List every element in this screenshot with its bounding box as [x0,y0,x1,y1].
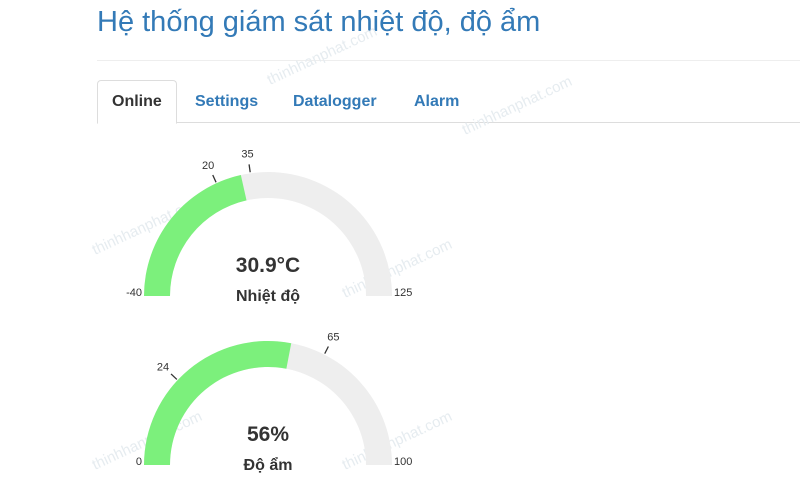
page: Hệ thống giám sát nhiệt độ, độ ẩm Online… [0,0,800,493]
gauge-marker-tick [212,174,217,183]
watermark-text: thinhhanphat.com [90,408,205,474]
watermark-text: thinhhanphat.com [340,236,455,302]
watermark-text: thinhhanphat.com [90,193,205,259]
gauge-max-label: 100 [394,456,412,468]
tab-bar: Online Settings Datalogger Alarm [97,80,800,124]
temperature-label: Nhiệt độ [236,288,300,305]
gauge-fill [144,340,292,465]
tab-online[interactable]: Online [97,80,177,124]
gauge-marker-label: 24 [157,361,169,373]
tab-settings[interactable]: Settings [195,80,258,123]
watermark-text: thinhhanphat.com [340,408,455,474]
tab-alarm[interactable]: Alarm [414,80,459,123]
gauge-min-label: 0 [136,456,142,468]
temperature-gauge: 20 35 -40 125 30.9°C Nhiệt độ [126,148,412,305]
title-divider [97,60,800,61]
gauge-canvas: thinhhanphat.com thinhhanphat.com thinhh… [90,23,575,474]
gauge-marker-tick [170,373,178,380]
humidity-gauge: 24 65 0 100 56% Độ ẩm [136,332,412,474]
humidity-label: Độ ẩm [244,456,293,474]
temperature-value: 30.9°C [236,254,300,277]
gauge-track [144,172,392,296]
gauge-min-label: -40 [126,287,142,299]
gauge-marker-label: 20 [202,160,214,172]
gauge-track [144,341,392,465]
gauge-marker-label: 65 [327,332,339,344]
humidity-value: 56% [247,423,289,446]
page-title: Hệ thống giám sát nhiệt độ, độ ẩm [97,6,541,38]
gauge-marker-label: 35 [241,148,253,160]
gauge-fill [144,175,247,296]
gauge-marker-tick [324,346,329,354]
gauge-marker-tick [248,164,251,173]
tab-datalogger[interactable]: Datalogger [293,80,377,123]
gauge-max-label: 125 [394,287,412,299]
